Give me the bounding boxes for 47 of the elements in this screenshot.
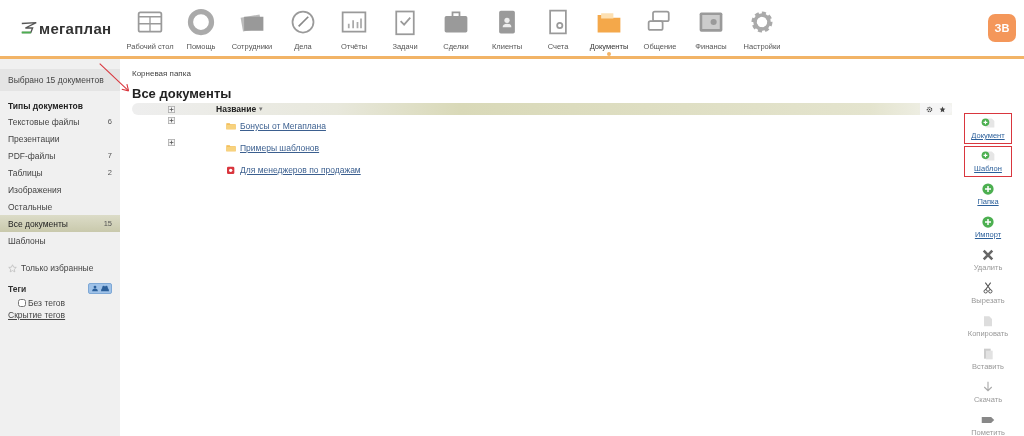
column-header[interactable]: Название: [210, 104, 257, 114]
view-toggle[interactable]: [88, 283, 112, 294]
star-icon: [939, 105, 946, 113]
pdf-icon: [226, 166, 236, 174]
selection-info: Выбрано 15 документов: [0, 69, 120, 91]
clipboard-icon: [981, 348, 995, 360]
expand-icon: [167, 105, 175, 113]
logo[interactable]: мегаплан: [20, 19, 126, 37]
sidebar-item[interactable]: Остальные: [0, 198, 120, 215]
person-icon: [91, 285, 99, 292]
people-icon: [101, 285, 109, 292]
folder-icon: [226, 144, 236, 152]
sidebar-item[interactable]: Шаблоны: [0, 232, 120, 249]
download-icon: [981, 381, 995, 393]
tags-title: Теги: [8, 283, 27, 294]
item-label: Изображения: [8, 184, 62, 195]
label-icon: [981, 414, 995, 426]
document-link[interactable]: Бонусы от Мегаплана: [240, 121, 326, 131]
document-plus-icon: [981, 150, 995, 162]
folder-icon: [226, 122, 236, 130]
document-link[interactable]: Для менеджеров по продажам: [240, 165, 361, 175]
section-title: Типы документов: [7, 100, 84, 113]
item-label: Все документы: [8, 218, 68, 229]
pages-icon: [981, 315, 995, 327]
sidebar-item[interactable]: Презентации: [0, 130, 120, 147]
item-label: Остальные: [8, 201, 53, 212]
favorites-filter[interactable]: Только избранные: [21, 263, 94, 273]
breadcrumb[interactable]: Корневая папка: [132, 69, 952, 78]
item-label: Таблицы: [8, 167, 43, 178]
logo-icon: [20, 21, 38, 35]
page-title: Все документы: [132, 86, 233, 101]
document-plus-icon: [981, 117, 995, 129]
checkbox-label: Без тегов: [28, 298, 66, 308]
scissors-icon: [981, 282, 995, 294]
item-label: Шаблоны: [8, 235, 46, 246]
sidebar-item[interactable]: Изображения: [0, 181, 120, 198]
plus-icon: [981, 216, 995, 228]
item-label: Презентации: [8, 133, 60, 144]
no-tags-checkbox[interactable]: [18, 299, 26, 307]
hide-tags-link[interactable]: Скрытие тегов: [0, 310, 120, 320]
plus-icon: [981, 183, 995, 195]
item-label: PDF-файлы: [8, 150, 56, 161]
document-link[interactable]: Примеры шаблонов: [240, 143, 320, 153]
close-icon: [981, 249, 995, 261]
settings-icon: [926, 105, 933, 113]
star-icon[interactable]: [8, 263, 17, 273]
item-label: Текстовые файлы: [8, 116, 80, 127]
